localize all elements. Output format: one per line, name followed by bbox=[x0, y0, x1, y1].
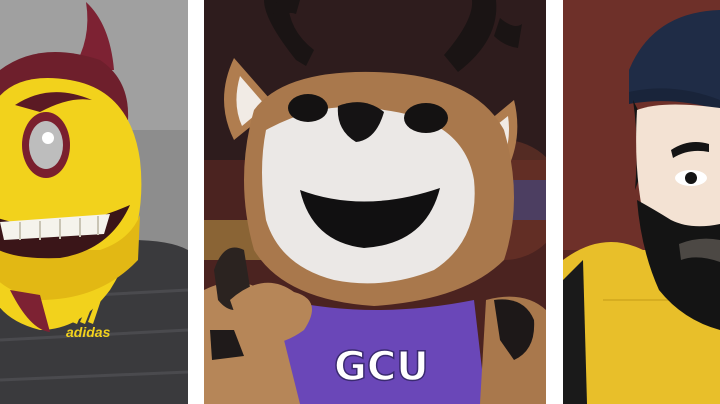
sun-devil-image: adidas bbox=[0, 0, 188, 404]
lumberjack-image bbox=[563, 0, 720, 404]
mascot-collage: adidas GCU bbox=[0, 0, 720, 404]
antelope-image: GCU bbox=[204, 0, 546, 404]
jersey-lettering: GCU bbox=[334, 344, 429, 390]
panel-lumberjack bbox=[563, 0, 720, 404]
panel-antelope: GCU bbox=[204, 0, 546, 404]
panel-sun-devil: adidas bbox=[0, 0, 188, 404]
adidas-wordmark: adidas bbox=[66, 324, 111, 340]
